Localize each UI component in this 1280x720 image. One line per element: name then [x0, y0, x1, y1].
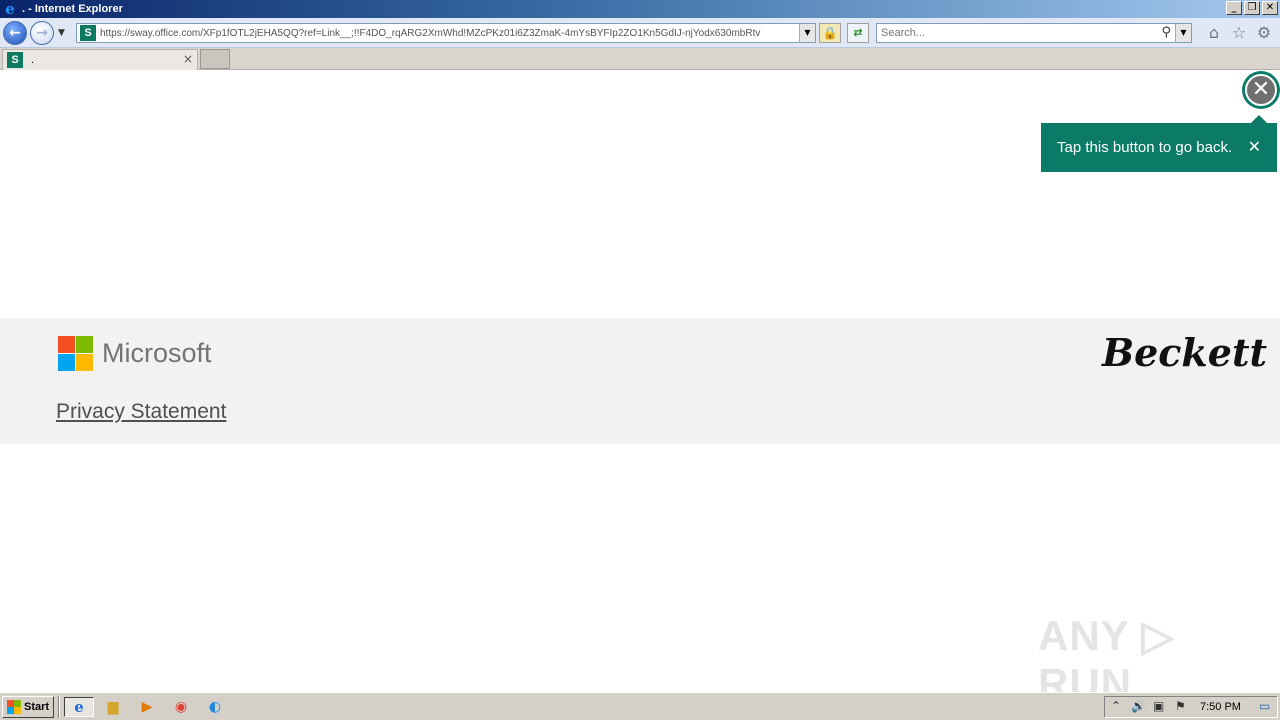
site-favicon-icon: S	[80, 25, 96, 41]
back-button[interactable]: ←	[3, 21, 27, 45]
ie-logo-icon: e	[5, 0, 15, 18]
magnifier-icon[interactable]: ⚲	[1161, 25, 1171, 40]
window-title: . - Internet Explorer	[22, 3, 123, 15]
tray-expand-icon[interactable]: ⌃	[1111, 699, 1121, 713]
taskbar-separator	[58, 696, 60, 718]
navigation-bar: ← → ▼ S https://sway.office.com/XFp1fOTL…	[0, 18, 1280, 48]
window-controls: _ ❐ ✕	[1226, 1, 1278, 15]
history-dropdown-icon[interactable]: ▼	[58, 28, 65, 38]
tab-favicon-icon: S	[7, 52, 23, 68]
system-tray: ⌃ 🔊 ▣ ⚑ 7:50 PM ▭	[1104, 696, 1278, 718]
taskbar: Start e ▆ ▶ ◉ ◐ ⌃ 🔊 ▣ ⚑ 7:50 PM ▭	[0, 692, 1280, 720]
title-bar: e . - Internet Explorer _ ❐ ✕	[0, 0, 1280, 18]
tab-close-icon[interactable]: ×	[183, 52, 193, 66]
windows-flag-icon	[7, 700, 21, 714]
address-dropdown-icon[interactable]: ▼	[799, 24, 815, 42]
address-bar[interactable]: S https://sway.office.com/XFp1fOTL2jEHA5…	[76, 23, 816, 43]
tooltip-text: Tap this button to go back.	[1057, 139, 1233, 156]
forward-button[interactable]: →	[30, 21, 54, 45]
action-center-flag-icon[interactable]: ⚑	[1175, 699, 1186, 713]
network-icon[interactable]: ▣	[1153, 699, 1164, 713]
refresh-icon[interactable]: ⇄	[847, 23, 869, 43]
tab-title: .	[31, 54, 35, 66]
gear-icon[interactable]: ⚙	[1255, 24, 1273, 42]
forward-arrow-icon: →	[36, 25, 48, 41]
footer: Microsoft Privacy Statement Beckett	[0, 318, 1280, 444]
back-arrow-icon: ←	[9, 25, 21, 41]
privacy-statement-link[interactable]: Privacy Statement	[56, 400, 226, 424]
taskbar-chrome-icon[interactable]: ◉	[170, 697, 192, 717]
star-icon[interactable]: ☆	[1230, 24, 1248, 42]
close-circle-icon: ✕	[1245, 74, 1277, 106]
go-back-tooltip: Tap this button to go back. ✕	[1041, 115, 1277, 172]
volume-icon[interactable]: 🔊	[1131, 699, 1146, 713]
home-icon[interactable]: ⌂	[1205, 24, 1223, 42]
taskbar-edge-icon[interactable]: ◐	[204, 697, 226, 717]
search-box[interactable]: ⚲ ▼	[876, 23, 1192, 43]
taskbar-folder-icon[interactable]: ▆	[102, 697, 124, 717]
minimize-button[interactable]: _	[1226, 1, 1242, 15]
taskbar-ie-icon[interactable]: e	[64, 697, 94, 717]
microsoft-squares-icon	[58, 336, 93, 371]
microsoft-logo: Microsoft	[58, 336, 212, 371]
microsoft-wordmark: Microsoft	[102, 338, 212, 368]
beckett-logo: Beckett	[1102, 330, 1268, 375]
tooltip-close-icon[interactable]: ✕	[1248, 137, 1261, 156]
address-url[interactable]: https://sway.office.com/XFp1fOTL2jEHA5QQ…	[100, 28, 800, 39]
restore-button[interactable]: ❐	[1244, 1, 1260, 15]
show-desktop-icon[interactable]: ▭	[1259, 699, 1270, 713]
start-label: Start	[24, 701, 50, 713]
clock[interactable]: 7:50 PM	[1200, 701, 1241, 713]
tab-active[interactable]: S . ×	[2, 49, 198, 70]
close-window-button[interactable]: ✕	[1262, 1, 1278, 15]
page-content: ✕ Tap this button to go back. ✕ Microsof…	[0, 71, 1280, 707]
search-dropdown-icon[interactable]: ▼	[1175, 24, 1191, 42]
search-input[interactable]	[881, 24, 1151, 42]
tab-row: S . ×	[0, 48, 1280, 70]
taskbar-media-player-icon[interactable]: ▶	[136, 697, 158, 717]
start-button[interactable]: Start	[2, 696, 54, 718]
lock-icon[interactable]: 🔒	[819, 23, 841, 43]
new-tab-button[interactable]	[200, 49, 230, 69]
go-back-button[interactable]: ✕	[1242, 71, 1280, 109]
